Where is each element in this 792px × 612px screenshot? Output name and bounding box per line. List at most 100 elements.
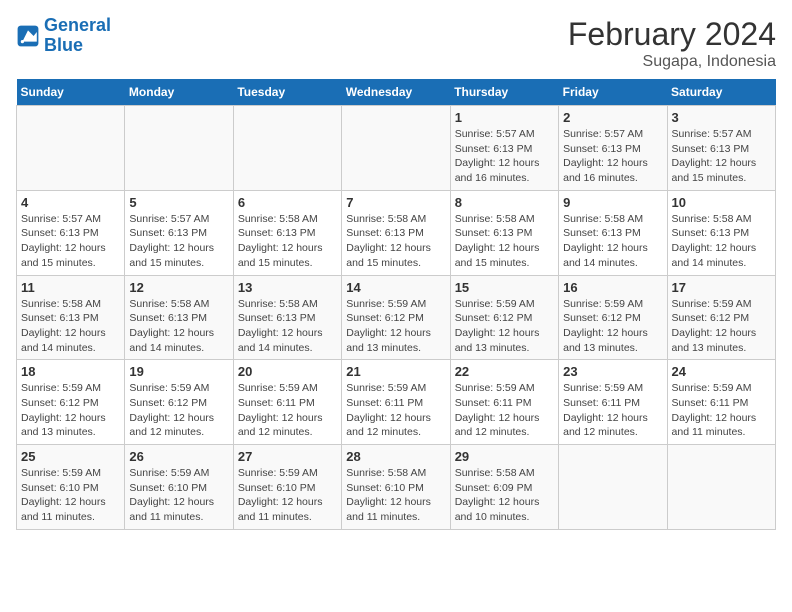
day-info: Sunrise: 5:57 AM Sunset: 6:13 PM Dayligh… [21,212,120,271]
day-number: 27 [238,449,337,464]
day-info: Sunrise: 5:59 AM Sunset: 6:12 PM Dayligh… [346,297,445,356]
calendar-cell: 18 Sunrise: 5:59 AM Sunset: 6:12 PM Dayli… [17,360,125,445]
day-number: 20 [238,364,337,379]
logo-text: General Blue [44,16,111,56]
day-number: 13 [238,280,337,295]
calendar-week-row: 18 Sunrise: 5:59 AM Sunset: 6:12 PM Dayli… [17,360,776,445]
day-number: 14 [346,280,445,295]
calendar-cell: 13 Sunrise: 5:58 AM Sunset: 6:13 PM Dayli… [233,275,341,360]
calendar-cell: 11 Sunrise: 5:58 AM Sunset: 6:13 PM Dayli… [17,275,125,360]
day-info: Sunrise: 5:58 AM Sunset: 6:13 PM Dayligh… [129,297,228,356]
day-info: Sunrise: 5:59 AM Sunset: 6:12 PM Dayligh… [21,381,120,440]
title-block: February 2024 Sugapa, Indonesia [568,16,776,71]
calendar-cell: 4 Sunrise: 5:57 AM Sunset: 6:13 PM Daylig… [17,190,125,275]
day-number: 2 [563,110,662,125]
day-number: 3 [672,110,771,125]
day-info: Sunrise: 5:57 AM Sunset: 6:13 PM Dayligh… [129,212,228,271]
day-info: Sunrise: 5:59 AM Sunset: 6:12 PM Dayligh… [129,381,228,440]
day-info: Sunrise: 5:57 AM Sunset: 6:13 PM Dayligh… [672,127,771,186]
page-title: February 2024 [568,16,776,53]
weekday-header-wednesday: Wednesday [342,79,450,106]
calendar-week-row: 25 Sunrise: 5:59 AM Sunset: 6:10 PM Dayli… [17,445,776,530]
day-info: Sunrise: 5:58 AM Sunset: 6:13 PM Dayligh… [238,297,337,356]
page-subtitle: Sugapa, Indonesia [568,53,776,71]
calendar-cell [342,106,450,191]
day-info: Sunrise: 5:59 AM Sunset: 6:10 PM Dayligh… [21,466,120,525]
day-number: 12 [129,280,228,295]
day-number: 15 [455,280,554,295]
day-info: Sunrise: 5:58 AM Sunset: 6:13 PM Dayligh… [563,212,662,271]
weekday-header-thursday: Thursday [450,79,558,106]
calendar-week-row: 1 Sunrise: 5:57 AM Sunset: 6:13 PM Daylig… [17,106,776,191]
day-number: 17 [672,280,771,295]
calendar-cell: 1 Sunrise: 5:57 AM Sunset: 6:13 PM Daylig… [450,106,558,191]
day-number: 25 [21,449,120,464]
day-number: 28 [346,449,445,464]
day-info: Sunrise: 5:58 AM Sunset: 6:13 PM Dayligh… [672,212,771,271]
day-number: 1 [455,110,554,125]
day-number: 4 [21,195,120,210]
weekday-header-tuesday: Tuesday [233,79,341,106]
weekday-header-friday: Friday [559,79,667,106]
calendar-week-row: 11 Sunrise: 5:58 AM Sunset: 6:13 PM Dayli… [17,275,776,360]
calendar-cell: 8Sunrise: 5:58 AM Sunset: 6:13 PM Daylig… [450,190,558,275]
calendar-cell: 9 Sunrise: 5:58 AM Sunset: 6:13 PM Daylig… [559,190,667,275]
day-number: 16 [563,280,662,295]
calendar-cell: 23 Sunrise: 5:59 AM Sunset: 6:11 PM Dayli… [559,360,667,445]
calendar-cell: 24Sunrise: 5:59 AM Sunset: 6:11 PM Dayli… [667,360,775,445]
calendar-cell: 29 Sunrise: 5:58 AM Sunset: 6:09 PM Dayli… [450,445,558,530]
day-info: Sunrise: 5:58 AM Sunset: 6:13 PM Dayligh… [346,212,445,271]
logo: General Blue [16,16,111,56]
calendar-cell: 12 Sunrise: 5:58 AM Sunset: 6:13 PM Dayli… [125,275,233,360]
day-info: Sunrise: 5:58 AM Sunset: 6:09 PM Dayligh… [455,466,554,525]
calendar-cell: 20 Sunrise: 5:59 AM Sunset: 6:11 PM Dayli… [233,360,341,445]
calendar-cell [233,106,341,191]
day-number: 19 [129,364,228,379]
calendar-cell: 17 Sunrise: 5:59 AM Sunset: 6:12 PM Dayli… [667,275,775,360]
day-info: Sunrise: 5:57 AM Sunset: 6:13 PM Dayligh… [563,127,662,186]
calendar-cell: 16 Sunrise: 5:59 AM Sunset: 6:12 PM Dayli… [559,275,667,360]
calendar-week-row: 4 Sunrise: 5:57 AM Sunset: 6:13 PM Daylig… [17,190,776,275]
day-info: Sunrise: 5:59 AM Sunset: 6:10 PM Dayligh… [238,466,337,525]
logo-icon [16,24,40,48]
day-number: 21 [346,364,445,379]
weekday-header-monday: Monday [125,79,233,106]
calendar-cell: 15 Sunrise: 5:59 AM Sunset: 6:12 PM Dayli… [450,275,558,360]
calendar-cell: 21 Sunrise: 5:59 AM Sunset: 6:11 PM Dayli… [342,360,450,445]
day-info: Sunrise: 5:58 AM Sunset: 6:10 PM Dayligh… [346,466,445,525]
day-number: 7 [346,195,445,210]
day-info: Sunrise: 5:58 AM Sunset: 6:13 PM Dayligh… [238,212,337,271]
weekday-header-sunday: Sunday [17,79,125,106]
day-info: Sunrise: 5:59 AM Sunset: 6:12 PM Dayligh… [563,297,662,356]
day-number: 23 [563,364,662,379]
day-number: 9 [563,195,662,210]
day-info: Sunrise: 5:59 AM Sunset: 6:12 PM Dayligh… [672,297,771,356]
calendar-cell: 7 Sunrise: 5:58 AM Sunset: 6:13 PM Daylig… [342,190,450,275]
day-number: 26 [129,449,228,464]
day-info: Sunrise: 5:59 AM Sunset: 6:11 PM Dayligh… [238,381,337,440]
calendar-cell [125,106,233,191]
day-number: 11 [21,280,120,295]
day-number: 5 [129,195,228,210]
day-info: Sunrise: 5:59 AM Sunset: 6:10 PM Dayligh… [129,466,228,525]
calendar-cell: 25 Sunrise: 5:59 AM Sunset: 6:10 PM Dayli… [17,445,125,530]
calendar-cell: 2 Sunrise: 5:57 AM Sunset: 6:13 PM Daylig… [559,106,667,191]
day-info: Sunrise: 5:59 AM Sunset: 6:11 PM Dayligh… [346,381,445,440]
day-info: Sunrise: 5:59 AM Sunset: 6:11 PM Dayligh… [563,381,662,440]
calendar-cell: 26 Sunrise: 5:59 AM Sunset: 6:10 PM Dayli… [125,445,233,530]
page-header: General Blue February 2024 Sugapa, Indon… [16,16,776,71]
day-info: Sunrise: 5:57 AM Sunset: 6:13 PM Dayligh… [455,127,554,186]
calendar-cell [667,445,775,530]
calendar-cell: 5 Sunrise: 5:57 AM Sunset: 6:13 PM Daylig… [125,190,233,275]
day-number: 29 [455,449,554,464]
day-info: Sunrise: 5:59 AM Sunset: 6:12 PM Dayligh… [455,297,554,356]
calendar-cell: 27 Sunrise: 5:59 AM Sunset: 6:10 PM Dayli… [233,445,341,530]
day-info: Sunrise: 5:58 AM Sunset: 6:13 PM Dayligh… [21,297,120,356]
calendar-header-row: SundayMondayTuesdayWednesdayThursdayFrid… [17,79,776,106]
day-number: 10 [672,195,771,210]
day-number: 8 [455,195,554,210]
calendar-cell: 28 Sunrise: 5:58 AM Sunset: 6:10 PM Dayli… [342,445,450,530]
calendar-cell: 10 Sunrise: 5:58 AM Sunset: 6:13 PM Dayli… [667,190,775,275]
day-number: 22 [455,364,554,379]
day-number: 18 [21,364,120,379]
